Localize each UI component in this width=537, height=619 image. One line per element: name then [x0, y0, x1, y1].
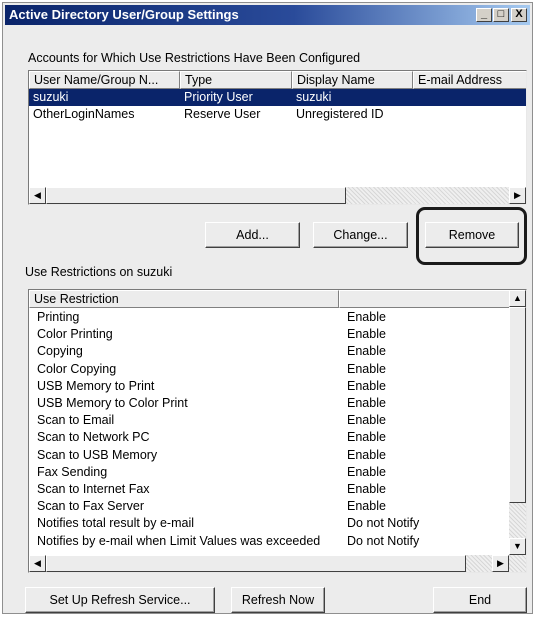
restriction-row[interactable]: Scan to Network PC Enable — [29, 429, 509, 446]
account-cell-display: Unregistered ID — [296, 107, 384, 121]
accounts-group-label: Accounts for Which Use Restrictions Have… — [28, 51, 361, 65]
account-row[interactable]: suzuki Priority User suzuki — [29, 89, 526, 106]
restriction-name: USB Memory to Print — [37, 378, 155, 393]
end-button[interactable]: End — [433, 587, 527, 613]
restriction-name: Scan to Fax Server — [37, 499, 144, 514]
restriction-name: Printing — [37, 310, 80, 324]
scroll-left-arrow-icon[interactable]: ◀ — [29, 555, 46, 572]
restriction-name: Scan to Email — [37, 413, 115, 428]
restriction-row[interactable]: Scan to Email Enable — [29, 412, 509, 429]
restriction-name: Color Copying — [37, 361, 117, 376]
restriction-row[interactable]: USB Memory to Print Enable — [29, 378, 509, 395]
restriction-value: Enable — [347, 447, 386, 462]
restriction-value: Enable — [347, 344, 386, 359]
column-header-type[interactable]: Type — [180, 71, 292, 89]
account-cell-name: suzuki — [33, 90, 69, 104]
restriction-name: Copying — [37, 344, 83, 359]
restriction-name: Scan to Internet Fax — [37, 482, 150, 496]
restriction-value: Enable — [347, 430, 386, 445]
scroll-left-arrow-icon[interactable]: ◀ — [29, 187, 46, 204]
restriction-value: Enable — [347, 464, 386, 479]
account-row[interactable]: OtherLoginNames Reserve User Unregistered … — [29, 106, 526, 123]
column-header-display-name[interactable]: Display Name — [292, 71, 413, 89]
restriction-row[interactable]: Printing Enable — [29, 309, 509, 326]
restriction-name: Scan to USB Memory — [37, 447, 158, 462]
accounts-list[interactable]: User Name/Group N... Type Display Name E… — [28, 70, 527, 205]
restriction-name: Color Printing — [37, 327, 113, 342]
restriction-row[interactable]: Notifies total result by e-mail Do not No… — [29, 515, 509, 532]
column-header-user-name[interactable]: User Name/Group N... — [29, 71, 180, 89]
change-button[interactable]: Change... — [313, 222, 408, 248]
restrictions-group-label: Use Restrictions on suzuki — [25, 265, 173, 279]
add-button[interactable]: Add... — [205, 222, 300, 248]
restrictions-header: Use Restriction — [29, 290, 526, 308]
accounts-header: User Name/Group N... Type Display Name E… — [29, 71, 526, 89]
restriction-value: Enable — [347, 396, 386, 410]
restriction-value: Enable — [347, 499, 386, 514]
restriction-value: Do not Notify — [347, 516, 420, 531]
minimize-button[interactable]: _ — [476, 8, 492, 22]
column-header-use-restriction[interactable]: Use Restriction — [29, 290, 339, 308]
restriction-name: USB Memory to Color Print — [37, 396, 188, 410]
title-bar[interactable]: Active Directory User/Group Settings _ □… — [5, 5, 530, 25]
restriction-name: Scan to Network PC — [37, 430, 150, 445]
account-cell-type: Priority User — [184, 90, 253, 104]
restriction-name: Notifies by e-mail when Limit Values was… — [37, 533, 321, 548]
scroll-down-arrow-icon[interactable]: ▼ — [509, 538, 526, 555]
close-button[interactable]: X — [511, 8, 527, 22]
maximize-button[interactable]: □ — [493, 8, 509, 22]
scroll-up-arrow-icon[interactable]: ▲ — [509, 290, 526, 307]
dialog-window: Active Directory User/Group Settings _ □… — [2, 2, 533, 614]
scroll-right-arrow-icon[interactable]: ▶ — [492, 555, 509, 572]
accounts-scroll-thumb[interactable] — [46, 187, 346, 204]
restriction-row[interactable]: Copying Enable — [29, 343, 509, 360]
window-title: Active Directory User/Group Settings — [9, 7, 239, 22]
accounts-horizontal-scrollbar[interactable]: ◀ ▶ — [29, 187, 526, 204]
restriction-row[interactable]: Scan to USB Memory Enable — [29, 447, 509, 464]
account-cell-type: Reserve User — [184, 107, 261, 121]
restriction-row[interactable]: Notifies by e-mail when Limit Values was… — [29, 533, 509, 550]
restriction-row[interactable]: USB Memory to Color Print Enable — [29, 395, 509, 412]
restrictions-vscroll-thumb[interactable] — [509, 307, 526, 503]
restriction-value: Enable — [347, 378, 386, 393]
restriction-row[interactable]: Fax Sending Enable — [29, 464, 509, 481]
restriction-value: Enable — [347, 413, 386, 428]
restrictions-vertical-scrollbar[interactable]: ▲ ▼ — [509, 290, 526, 555]
restriction-value: Do not Notify — [347, 533, 420, 548]
setup-refresh-service-button[interactable]: Set Up Refresh Service... — [25, 587, 215, 613]
remove-highlight-callout — [416, 207, 527, 265]
column-header-email[interactable]: E-mail Address — [413, 71, 526, 89]
restrictions-horizontal-scrollbar[interactable]: ◀ ▶ — [29, 555, 526, 572]
column-header-setting[interactable] — [339, 290, 510, 308]
restriction-row[interactable]: Color Copying Enable — [29, 361, 509, 378]
restriction-name: Notifies total result by e-mail — [37, 516, 195, 531]
restriction-name: Fax Sending — [37, 464, 108, 479]
account-cell-name: OtherLoginNames — [33, 107, 135, 121]
restriction-value: Enable — [347, 361, 386, 376]
restriction-row[interactable]: Scan to Fax Server Enable — [29, 498, 509, 515]
restriction-row[interactable]: Color Printing Enable — [29, 326, 509, 343]
restrictions-list[interactable]: Use Restriction Printing Enable Color Prin… — [28, 289, 527, 573]
restriction-value: Enable — [347, 310, 386, 324]
scroll-right-arrow-icon[interactable]: ▶ — [509, 187, 526, 204]
restrictions-hscroll-thumb[interactable] — [46, 555, 466, 572]
refresh-now-button[interactable]: Refresh Now — [231, 587, 325, 613]
restriction-row[interactable]: Scan to Internet Fax Enable — [29, 481, 509, 498]
restriction-value: Enable — [347, 482, 386, 496]
restriction-value: Enable — [347, 327, 386, 342]
account-cell-display: suzuki — [296, 90, 332, 104]
